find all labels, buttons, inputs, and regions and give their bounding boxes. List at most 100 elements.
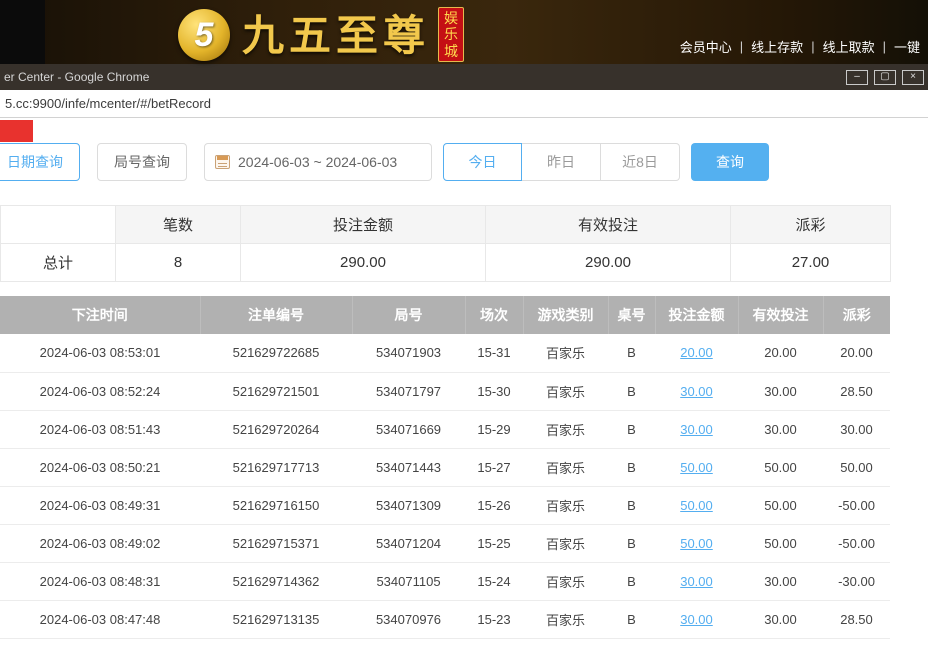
- date-range-input[interactable]: 2024-06-03 ~ 2024-06-03: [204, 143, 432, 181]
- bet-amount-link[interactable]: 30.00: [680, 384, 713, 399]
- quick-range-group: 今日 昨日 近8日: [443, 143, 680, 181]
- header-bet-id: 注单编号: [200, 296, 352, 334]
- cell-time: 2024-06-03 08:52:24: [0, 372, 200, 410]
- summary-header-bet-amount: 投注金额: [241, 206, 486, 244]
- cell-round: 534071204: [352, 524, 465, 562]
- yesterday-button[interactable]: 昨日: [522, 143, 601, 181]
- cell-bet-id: 521629716150: [200, 486, 352, 524]
- summary-header-row: 笔数 投注金额 有效投注 派彩: [1, 206, 891, 244]
- bet-table-header-row: 下注时间 注单编号 局号 场次 游戏类别 桌号 投注金额 有效投注 派彩: [0, 296, 890, 334]
- table-row: 2024-06-03 08:49:02521629715371534071204…: [0, 524, 890, 562]
- summary-valid-bet-value: 290.00: [486, 244, 731, 282]
- table-row: 2024-06-03 08:52:24521629721501534071797…: [0, 372, 890, 410]
- cell-payout: 28.50: [823, 600, 890, 638]
- cell-session: 15-30: [465, 372, 523, 410]
- url-text[interactable]: 5.cc:9900/infe/mcenter/#/betRecord: [5, 96, 211, 111]
- cell-valid-bet: 50.00: [738, 448, 823, 486]
- cell-bet-amount: 50.00: [655, 448, 738, 486]
- window-titlebar: er Center - Google Chrome – ▢ ×: [0, 64, 928, 90]
- nav-separator: |: [811, 39, 814, 54]
- cell-round: 534071309: [352, 486, 465, 524]
- nav-separator: |: [883, 39, 886, 54]
- logo-coin-icon: 5: [178, 9, 230, 61]
- nav-member-center[interactable]: 会员中心: [680, 37, 732, 56]
- cell-table-no: B: [608, 562, 655, 600]
- bet-amount-link[interactable]: 30.00: [680, 612, 713, 627]
- bet-table-body: 2024-06-03 08:53:01521629722685534071903…: [0, 334, 890, 638]
- header-bet-time: 下注时间: [0, 296, 200, 334]
- cell-game: 百家乐: [523, 372, 608, 410]
- bet-amount-link[interactable]: 30.00: [680, 422, 713, 437]
- bet-amount-link[interactable]: 20.00: [680, 345, 713, 360]
- calendar-icon: [215, 155, 230, 169]
- cell-bet-id: 521629713135: [200, 600, 352, 638]
- page-logo-fragment: [0, 120, 33, 142]
- cell-bet-amount: 50.00: [655, 524, 738, 562]
- cell-session: 15-27: [465, 448, 523, 486]
- close-button[interactable]: ×: [902, 70, 924, 85]
- cell-game: 百家乐: [523, 410, 608, 448]
- cell-game: 百家乐: [523, 524, 608, 562]
- cell-valid-bet: 50.00: [738, 524, 823, 562]
- cell-bet-id: 521629717713: [200, 448, 352, 486]
- cell-bet-amount: 30.00: [655, 372, 738, 410]
- cell-session: 15-23: [465, 600, 523, 638]
- today-button[interactable]: 今日: [443, 143, 522, 181]
- cell-time: 2024-06-03 08:50:21: [0, 448, 200, 486]
- search-button[interactable]: 查询: [691, 143, 769, 181]
- cell-table-no: B: [608, 410, 655, 448]
- date-range-value: 2024-06-03 ~ 2024-06-03: [238, 154, 397, 170]
- summary-bet-amount-value: 290.00: [241, 244, 486, 282]
- cell-session: 15-24: [465, 562, 523, 600]
- header-table-no: 桌号: [608, 296, 655, 334]
- cell-payout: 28.50: [823, 372, 890, 410]
- cell-valid-bet: 30.00: [738, 600, 823, 638]
- summary-payout-value: 27.00: [731, 244, 891, 282]
- nav-one-key[interactable]: 一键: [894, 37, 920, 56]
- window-controls: – ▢ ×: [846, 70, 924, 85]
- cell-round: 534071105: [352, 562, 465, 600]
- bet-amount-link[interactable]: 50.00: [680, 460, 713, 475]
- cell-table-no: B: [608, 372, 655, 410]
- table-row: 2024-06-03 08:49:31521629716150534071309…: [0, 486, 890, 524]
- date-query-tab[interactable]: 日期查询: [0, 143, 80, 181]
- summary-total-row: 总计 8 290.00 290.00 27.00: [1, 244, 891, 282]
- cell-payout: -50.00: [823, 524, 890, 562]
- table-row: 2024-06-03 08:51:43521629720264534071669…: [0, 410, 890, 448]
- page-content: 日期查询 局号查询 2024-06-03 ~ 2024-06-03 今日 昨日 …: [0, 118, 928, 655]
- cell-bet-id: 521629715371: [200, 524, 352, 562]
- cell-round: 534071797: [352, 372, 465, 410]
- bet-amount-link[interactable]: 50.00: [680, 498, 713, 513]
- address-bar[interactable]: 5.cc:9900/infe/mcenter/#/betRecord: [0, 90, 928, 118]
- cell-bet-amount: 50.00: [655, 486, 738, 524]
- maximize-button[interactable]: ▢: [874, 70, 896, 85]
- summary-header-count: 笔数: [116, 206, 241, 244]
- summary-total-label: 总计: [1, 244, 116, 282]
- bet-amount-link[interactable]: 30.00: [680, 574, 713, 589]
- round-query-tab[interactable]: 局号查询: [97, 143, 187, 181]
- last-8-days-button[interactable]: 近8日: [601, 143, 680, 181]
- summary-header-valid-bet: 有效投注: [486, 206, 731, 244]
- cell-bet-id: 521629720264: [200, 410, 352, 448]
- logo-badge: 娱乐城: [438, 7, 464, 63]
- cell-time: 2024-06-03 08:51:43: [0, 410, 200, 448]
- table-row: 2024-06-03 08:50:21521629717713534071443…: [0, 448, 890, 486]
- cell-game: 百家乐: [523, 486, 608, 524]
- minimize-button[interactable]: –: [846, 70, 868, 85]
- nav-online-deposit[interactable]: 线上存款: [751, 37, 803, 56]
- window-title: er Center - Google Chrome: [4, 70, 149, 84]
- cell-time: 2024-06-03 08:47:48: [0, 600, 200, 638]
- summary-corner-cell: [1, 206, 116, 244]
- cell-game: 百家乐: [523, 334, 608, 372]
- cell-round: 534070976: [352, 600, 465, 638]
- cell-session: 15-29: [465, 410, 523, 448]
- cell-valid-bet: 50.00: [738, 486, 823, 524]
- cell-time: 2024-06-03 08:49:02: [0, 524, 200, 562]
- bet-amount-link[interactable]: 50.00: [680, 536, 713, 551]
- cell-payout: -30.00: [823, 562, 890, 600]
- header-game-type: 游戏类别: [523, 296, 608, 334]
- logo-text: 九五至尊: [242, 2, 430, 63]
- cell-payout: 20.00: [823, 334, 890, 372]
- cell-bet-id: 521629722685: [200, 334, 352, 372]
- nav-online-withdraw[interactable]: 线上取款: [823, 37, 875, 56]
